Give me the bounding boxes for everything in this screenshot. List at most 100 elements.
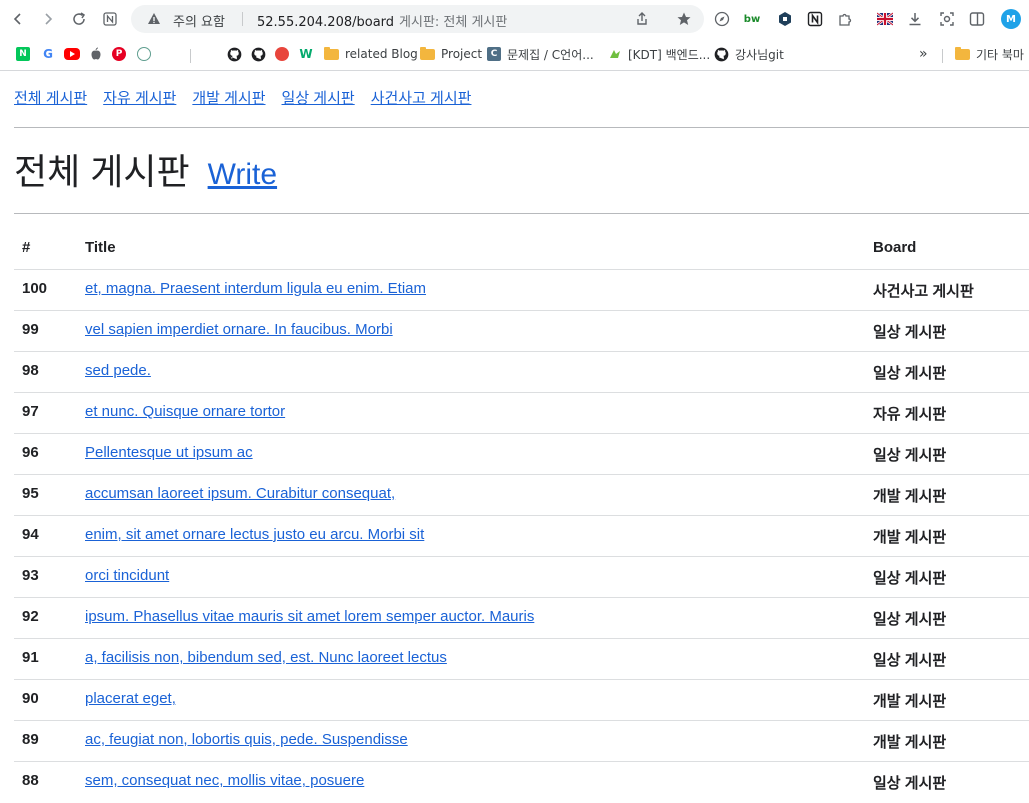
bookmarks-overflow-button[interactable]: »: [919, 45, 928, 63]
post-title-link[interactable]: et nunc. Quisque ornare tortor: [85, 403, 285, 420]
download-icon[interactable]: [906, 10, 924, 28]
table-row: 94 enim, sit amet ornare lectus justo eu …: [14, 516, 1029, 557]
w3schools-bookmark[interactable]: W: [299, 45, 313, 63]
bookmark-label: 기타 북마: [976, 47, 1024, 62]
board-nav: 전체 게시판 자유 게시판 개발 게시판 일상 게시판 사건사고 게시판: [14, 87, 487, 108]
bookmark-related-blog[interactable]: related Blog: [324, 45, 418, 63]
hex-extension-icon[interactable]: [776, 10, 794, 28]
write-link[interactable]: Write: [208, 158, 277, 192]
uk-flag-icon[interactable]: [876, 10, 894, 28]
table-row: 95 accumsan laoreet ipsum. Curabitur cons…: [14, 475, 1029, 516]
post-title-link[interactable]: sem, consequat nec, mollis vitae, posuer…: [85, 772, 364, 789]
post-title-link[interactable]: vel sapien imperdiet ornare. In faucibus…: [85, 321, 393, 338]
reload-icon[interactable]: [69, 9, 89, 29]
post-title-link[interactable]: sed pede.: [85, 362, 151, 379]
post-title-link[interactable]: ac, feugiat non, lobortis quis, pede. Su…: [85, 731, 408, 748]
column-header-board: Board: [873, 239, 917, 256]
notion-page-icon[interactable]: [100, 9, 120, 29]
security-warning-text[interactable]: 주의 요함: [173, 11, 225, 30]
github-icon: [251, 47, 266, 61]
nav-link-incident[interactable]: 사건사고 게시판: [371, 87, 472, 108]
post-number: 100: [22, 280, 48, 297]
chatgpt-bookmark[interactable]: [137, 45, 151, 63]
pinterest-bookmark[interactable]: P: [112, 45, 126, 63]
bookmark-problem-set[interactable]: C 문제집 / C언어...: [487, 45, 594, 63]
post-board: 자유 게시판: [873, 406, 947, 423]
kdt-icon: [608, 47, 622, 61]
table-row: 100 et, magna. Praesent interdum ligula e…: [14, 270, 1029, 311]
bw-extension-icon[interactable]: bw: [743, 10, 761, 28]
post-title-link[interactable]: et, magna. Praesent interdum ligula eu e…: [85, 280, 426, 297]
bookmark-other[interactable]: 기타 북마: [955, 45, 1024, 63]
post-board: 일상 게시판: [873, 570, 947, 587]
puzzle-icon[interactable]: [836, 10, 854, 28]
profile-avatar[interactable]: M: [1001, 9, 1021, 29]
post-number: 95: [22, 485, 39, 502]
post-board: 일상 게시판: [873, 365, 947, 382]
bookmarks-bar: N G P W related Blog Project C 문제집 / C언어…: [0, 38, 1029, 71]
post-title-link[interactable]: Pellentesque ut ipsum ac: [85, 444, 253, 461]
post-title-link[interactable]: placerat eget,: [85, 690, 176, 707]
post-title-link[interactable]: accumsan laoreet ipsum. Curabitur conseq…: [85, 485, 395, 502]
post-board: 개발 게시판: [873, 693, 947, 710]
bookmark-label: Project: [441, 47, 483, 61]
youtube-icon: [64, 48, 80, 60]
screenshot-icon[interactable]: [938, 10, 956, 28]
folder-icon: [420, 46, 435, 60]
divider: [14, 213, 1029, 214]
post-title-link[interactable]: enim, sit amet ornare lectus justo eu ar…: [85, 526, 424, 543]
bookmark-instructor-git[interactable]: 강사님git: [714, 45, 784, 63]
apple-bookmark[interactable]: [89, 45, 103, 63]
table-row: 98 sed pede. 일상 게시판: [14, 352, 1029, 393]
github-bookmark-1[interactable]: [227, 45, 242, 63]
post-board: 일상 게시판: [873, 611, 947, 628]
red-circle-icon: [275, 47, 289, 61]
post-title-link[interactable]: ipsum. Phasellus vitae mauris sit amet l…: [85, 608, 534, 625]
google-icon: G: [41, 47, 55, 61]
github-bookmark-2[interactable]: [251, 45, 266, 63]
folder-icon: [324, 46, 339, 60]
bookmark-label: 강사님git: [735, 47, 784, 62]
post-number: 94: [22, 526, 39, 543]
page-title: 전체 게시판: [14, 151, 190, 192]
nav-link-daily[interactable]: 일상 게시판: [282, 87, 355, 108]
posts-table: # Title Board 100 et, magna. Praesent int…: [14, 228, 1029, 803]
table-row: 88 sem, consequat nec, mollis vitae, posu…: [14, 762, 1029, 803]
url-text[interactable]: 52.55.204.208/board 게시판: 전체 게시판: [257, 11, 507, 30]
github-icon: [714, 47, 729, 61]
table-body: 100 et, magna. Praesent interdum ligula e…: [14, 270, 1029, 803]
bookmark-kdt-backend[interactable]: [KDT] 백엔드...: [608, 45, 710, 63]
forward-icon[interactable]: [38, 9, 58, 29]
post-title-link[interactable]: orci tincidunt: [85, 567, 169, 584]
back-icon[interactable]: [8, 9, 28, 29]
post-number: 97: [22, 403, 39, 420]
nav-link-dev[interactable]: 개발 게시판: [192, 87, 265, 108]
table-row: 97 et nunc. Quisque ornare tortor 자유 게시판: [14, 393, 1029, 434]
address-bar[interactable]: 주의 요함 52.55.204.208/board 게시판: 전체 게시판: [131, 5, 704, 33]
bookmarks-divider: [942, 49, 943, 63]
post-board: 사건사고 게시판: [873, 283, 974, 300]
post-number: 93: [22, 567, 39, 584]
post-title-link[interactable]: a, facilisis non, bibendum sed, est. Nun…: [85, 649, 447, 666]
compass-icon[interactable]: [713, 10, 731, 28]
red-circle-bookmark[interactable]: [275, 45, 289, 63]
table-header: # Title Board: [14, 228, 1029, 270]
post-board: 일상 게시판: [873, 652, 947, 669]
bookmark-project[interactable]: Project: [420, 45, 482, 63]
table-row: 90 placerat eget, 개발 게시판: [14, 680, 1029, 721]
youtube-bookmark[interactable]: [64, 45, 80, 63]
google-bookmark[interactable]: G: [41, 45, 55, 63]
bookmark-label: 문제집 / C언어...: [507, 47, 594, 62]
share-icon[interactable]: [634, 11, 650, 27]
sidepanel-icon[interactable]: [968, 10, 986, 28]
naver-bookmark[interactable]: N: [16, 45, 30, 63]
post-board: 개발 게시판: [873, 488, 947, 505]
w3schools-icon: W: [299, 47, 313, 61]
page-heading: 전체 게시판 Write: [14, 143, 277, 195]
notion-icon[interactable]: [806, 10, 824, 28]
warning-icon[interactable]: [147, 12, 161, 26]
bookmark-star-icon[interactable]: [676, 11, 692, 27]
column-header-title: Title: [85, 239, 116, 256]
nav-link-free[interactable]: 자유 게시판: [103, 87, 176, 108]
nav-link-all[interactable]: 전체 게시판: [14, 87, 87, 108]
